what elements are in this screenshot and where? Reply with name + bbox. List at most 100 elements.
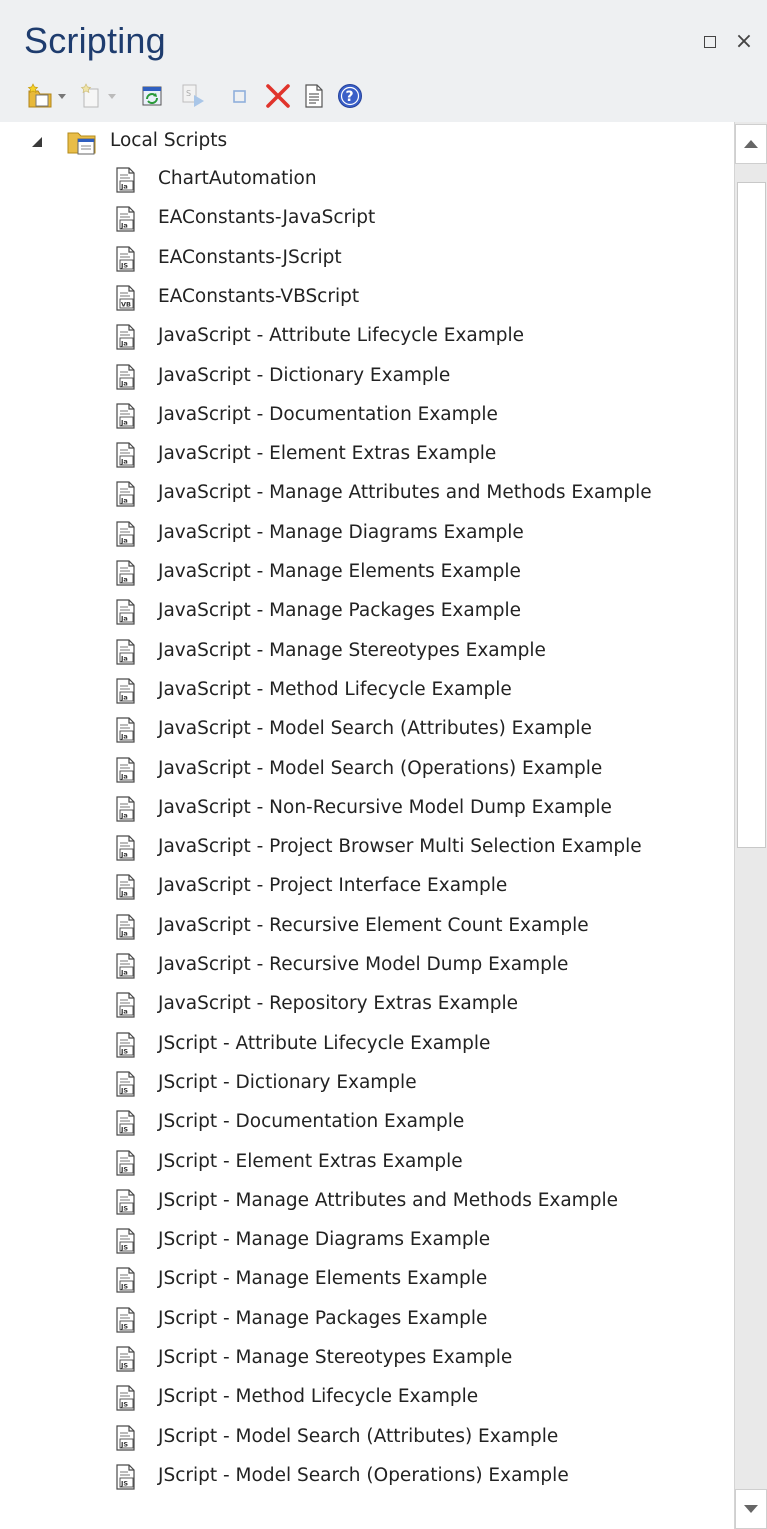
delete-button[interactable] [264, 82, 292, 110]
script-file-icon: Ja [116, 953, 135, 979]
tree-item[interactable]: JS JScript - Manage Packages Example [0, 1302, 734, 1338]
tree-item[interactable]: Ja JavaScript - Attribute Lifecycle Examp… [0, 319, 734, 355]
svg-text:Ja: Ja [120, 497, 128, 505]
delete-icon [266, 84, 290, 108]
tree-item[interactable]: JS JScript - Dictionary Example [0, 1066, 734, 1102]
svg-text:Ja: Ja [120, 379, 128, 387]
new-script-icon [80, 83, 99, 108]
new-script-button[interactable] [78, 82, 116, 110]
tree-item[interactable]: Ja JavaScript - Project Browser Multi Sel… [0, 830, 734, 866]
tree-item[interactable]: JS JScript - Model Search (Attributes) Ex… [0, 1420, 734, 1456]
tree-item[interactable]: VB EAConstants-VBScript [0, 280, 734, 316]
vertical-scrollbar[interactable] [734, 122, 767, 1529]
tree-item[interactable]: JS JScript - Element Extras Example [0, 1145, 734, 1181]
tree-item-label: JavaScript - Project Browser Multi Selec… [158, 836, 642, 858]
run-script-button[interactable]: S [180, 82, 208, 110]
tree-item-label: JavaScript - Recursive Element Count Exa… [158, 914, 589, 936]
tree-item-label: JScript - Model Search (Operations) Exam… [158, 1464, 569, 1486]
tree-item-label: JScript - Documentation Example [158, 1111, 465, 1133]
script-file-icon: JS [116, 1110, 135, 1136]
tree-root-local-scripts[interactable]: Local Scripts [0, 124, 734, 160]
refresh-icon [142, 86, 162, 106]
tree-item-label: JScript - Element Extras Example [158, 1150, 463, 1172]
svg-text:Ja: Ja [120, 222, 128, 230]
svg-text:JS: JS [120, 1244, 128, 1252]
properties-button[interactable] [302, 82, 326, 110]
tree-item[interactable]: JS JScript - Manage Elements Example [0, 1262, 734, 1298]
script-file-icon: Ja [116, 914, 135, 940]
script-file-icon: Ja [116, 756, 135, 783]
arrow-up-icon [744, 140, 758, 148]
tree-item[interactable]: JS JScript - Manage Stereotypes Example [0, 1341, 734, 1377]
tree-item[interactable]: JS JScript - Method Lifecycle Example [0, 1380, 734, 1416]
tree-item[interactable]: JS JScript - Model Search (Operations) Ex… [0, 1459, 734, 1495]
tree-item[interactable]: JS JScript - Manage Attributes and Method… [0, 1184, 734, 1220]
tree-item[interactable]: Ja JavaScript - Model Search (Operations)… [0, 752, 734, 788]
tree-item[interactable]: JS EAConstants-JScript [0, 241, 734, 277]
svg-text:Ja: Ja [120, 418, 128, 426]
tree-item[interactable]: Ja JavaScript - Non-Recursive Model Dump … [0, 791, 734, 827]
tree-item-label: JScript - Attribute Lifecycle Example [158, 1032, 491, 1054]
new-script-group-button[interactable] [26, 82, 66, 110]
script-file-icon: Ja [116, 717, 135, 743]
tree-item-label: JavaScript - Method Lifecycle Example [158, 678, 512, 700]
scroll-up-button[interactable] [735, 124, 767, 164]
tree-item-label: JScript - Manage Attributes and Methods … [158, 1189, 618, 1211]
tree-item-label: JavaScript - Model Search (Operations) E… [158, 757, 603, 779]
script-folder-icon [67, 132, 96, 155]
tree-item[interactable]: Ja JavaScript - Dictionary Example [0, 359, 734, 395]
tree-item[interactable]: Ja JavaScript - Method Lifecycle Example [0, 673, 734, 709]
tree-item[interactable]: JS JScript - Attribute Lifecycle Example [0, 1027, 734, 1063]
scrollbar-thumb[interactable] [737, 182, 766, 848]
window-title: Scripting [24, 20, 166, 61]
tree-item[interactable]: Ja JavaScript - Manage Stereotypes Exampl… [0, 634, 734, 670]
script-file-icon: Ja [116, 324, 135, 350]
tree-item[interactable]: Ja JavaScript - Recursive Model Dump Exam… [0, 948, 734, 984]
svg-text:JS: JS [120, 1165, 128, 1173]
tree-item[interactable]: Ja JavaScript - Repository Extras Example [0, 987, 734, 1023]
script-file-icon: Ja [116, 678, 135, 704]
tree-item[interactable]: Ja ChartAutomation [0, 162, 734, 198]
tree-item[interactable]: JS JScript - Documentation Example [0, 1105, 734, 1141]
restore-button[interactable] [700, 32, 720, 52]
tree-item[interactable]: Ja JavaScript - Manage Diagrams Example [0, 516, 734, 552]
tree-item[interactable]: Ja EAConstants-JavaScript [0, 201, 734, 237]
svg-text:JS: JS [120, 1204, 128, 1212]
refresh-button[interactable] [140, 82, 164, 110]
script-file-icon: JS [116, 1228, 135, 1254]
tree-item-label: JavaScript - Non-Recursive Model Dump Ex… [158, 796, 612, 818]
script-file-icon: Ja [116, 874, 135, 900]
svg-text:VB: VB [121, 300, 131, 308]
svg-text:JS: JS [120, 261, 128, 269]
tree-item-label: JScript - Manage Diagrams Example [158, 1229, 491, 1251]
tree-item[interactable]: Ja JavaScript - Manage Attributes and Met… [0, 476, 734, 512]
script-file-icon: JS [116, 1149, 135, 1176]
scroll-down-button[interactable] [735, 1489, 767, 1529]
scripting-window: Scripting × S ? Local Scripts Ja ChartAu… [0, 0, 767, 1529]
expand-collapse-icon[interactable] [32, 137, 42, 147]
tree-item[interactable]: JS JScript - Manage Diagrams Example [0, 1223, 734, 1259]
tree-item-label: JScript - Manage Packages Example [158, 1307, 488, 1329]
tree-item-label: JScript - Manage Stereotypes Example [158, 1347, 513, 1368]
help-icon: ? [338, 84, 362, 108]
svg-text:Ja: Ja [120, 1008, 128, 1016]
svg-text:JS: JS [120, 1086, 128, 1094]
svg-text:Ja: Ja [120, 458, 128, 466]
tree-item-label: JavaScript - Manage Elements Example [158, 561, 521, 582]
properties-icon [305, 84, 323, 108]
tree-item[interactable]: Ja JavaScript - Manage Elements Example [0, 555, 734, 591]
svg-text:JS: JS [120, 1362, 128, 1370]
close-button[interactable]: × [734, 31, 754, 53]
help-button[interactable]: ? [336, 82, 364, 110]
script-file-icon: JS [116, 1071, 135, 1097]
stop-script-button[interactable] [228, 82, 250, 110]
tree-item[interactable]: Ja JavaScript - Element Extras Example [0, 437, 734, 473]
tree-item[interactable]: Ja JavaScript - Recursive Element Count E… [0, 909, 734, 945]
tree-item[interactable]: Ja JavaScript - Documentation Example [0, 398, 734, 434]
tree-item[interactable]: Ja JavaScript - Manage Packages Example [0, 594, 734, 630]
script-file-icon: Ja [116, 167, 135, 193]
tree-item[interactable]: Ja JavaScript - Project Interface Example [0, 869, 734, 905]
script-file-icon: JS [116, 1385, 135, 1411]
tree-item-label: JavaScript - Model Search (Attributes) E… [158, 718, 592, 740]
tree-item[interactable]: Ja JavaScript - Model Search (Attributes)… [0, 712, 734, 748]
